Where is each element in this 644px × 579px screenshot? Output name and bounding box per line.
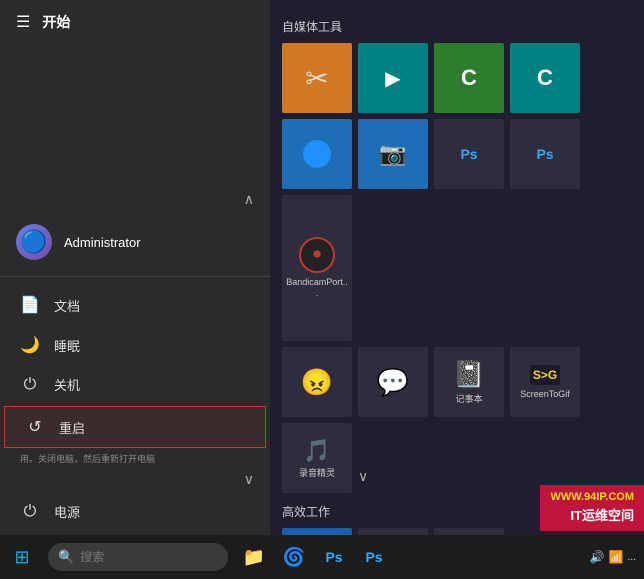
user-section[interactable]: 🔵 Administrator (0, 212, 270, 272)
cut-icon: ✂ (305, 62, 328, 95)
hamburger-icon[interactable]: ☰ (16, 12, 30, 32)
sleep-label: 睡眠 (54, 336, 80, 355)
start-menu: ☰ 开始 ∧ 🔵 Administrator 📄 文档 🌙 睡眠 ⏻ 关机 ↺ (0, 0, 270, 535)
tile-ps1[interactable]: Ps (434, 119, 504, 189)
shutdown-icon: ⏻ (20, 376, 40, 394)
menu-item-shutdown[interactable]: ⏻ 关机 (0, 365, 270, 404)
taskbar-search-box[interactable]: 🔍 (48, 543, 228, 571)
start-header: ☰ 开始 (0, 0, 270, 44)
app3-icon: C (461, 65, 477, 91)
angry-icon: 😠 (301, 367, 333, 398)
start-icon: ⊞ (14, 547, 29, 568)
tile-app5[interactable] (282, 119, 352, 189)
ps1-icon: Ps (460, 146, 477, 162)
scroll-down-arrow[interactable]: ∨ (0, 467, 270, 492)
power-menu: 📄 文档 🌙 睡眠 ⏻ 关机 ↺ 重启 用。关闭电脑，然后重新打开电脑 ∨ ⏻ … (0, 281, 270, 535)
bandicam-icon: ⏺ (299, 237, 335, 273)
taskbar-ps2-icon: Ps (365, 549, 382, 565)
notepad-icon: 📓 (453, 359, 485, 390)
recorder-icon: 🎵 (303, 438, 330, 464)
tray-icon-1[interactable]: 🔊 (590, 550, 605, 564)
taskbar-icon-2[interactable]: 🌀 (276, 535, 312, 579)
watermark-brand: IT运维空间 (550, 506, 634, 527)
file-explorer-icon: 📁 (243, 547, 265, 568)
menu-item-power[interactable]: ⏻ 电源 (0, 492, 270, 531)
user-avatar: 🔵 (16, 224, 52, 260)
tile-thispc[interactable]: 🖥 此电脑 (358, 528, 428, 535)
tile-app6[interactable]: 📷 (358, 119, 428, 189)
taskbar-icon-3[interactable]: Ps (316, 535, 352, 579)
tile-ps2[interactable]: Ps (510, 119, 580, 189)
tile-angry[interactable]: 😠 (282, 347, 352, 417)
restart-label: 重启 (59, 418, 85, 437)
tray-icon-2[interactable]: 📶 (609, 550, 624, 564)
menu-item-restart[interactable]: ↺ 重启 (4, 406, 266, 448)
search-input[interactable] (80, 550, 218, 564)
taskbar-ps-icon: Ps (325, 549, 342, 565)
ps2-icon: Ps (536, 146, 553, 162)
watermark-url: WWW.94IP.COM (550, 489, 634, 507)
group1-title: 自媒体工具 (282, 18, 632, 35)
tile-app3[interactable]: C (434, 43, 504, 113)
sleep-icon: 🌙 (20, 335, 40, 355)
taskbar-edge-icon: 🌀 (283, 547, 305, 568)
app5-icon (303, 140, 331, 168)
app6-icon: 📷 (379, 141, 406, 167)
tile-wechat[interactable]: 💬 (358, 347, 428, 417)
tiles-row2: 😠 💬 📓 记事本 S>G ScreenToGif 🎵 录音精灵 ∨ (282, 347, 632, 493)
tile-bandicam[interactable]: ⏺ BandicamPort... (282, 195, 352, 341)
menu-item-docs[interactable]: 📄 文档 (0, 285, 270, 325)
taskbar: ⊞ 🔍 📁 🌀 Ps Ps 🔊 📶 ... (0, 535, 644, 579)
taskbar-tray: 🔊 📶 ... (590, 550, 644, 564)
tile-app2[interactable]: ▶ (358, 43, 428, 113)
watermark: WWW.94IP.COM IT运维空间 (540, 485, 644, 531)
tile-myasus[interactable]: // MyASUS (282, 528, 352, 535)
menu-item-sleep[interactable]: 🌙 睡眠 (0, 325, 270, 365)
start-title: 开始 (42, 12, 70, 32)
small-tiles-row1: ✂ ▶ C C 📷 Ps Ps ⏺ BandicamPort... (282, 43, 632, 341)
power-icon: ⏻ (20, 503, 40, 521)
power-label: 电源 (54, 502, 80, 521)
bandicam-label: BandicamPort... (286, 277, 348, 299)
search-icon: 🔍 (58, 549, 74, 565)
scroll-arrow1: ∨ (358, 423, 368, 493)
start-button[interactable]: ⊞ (0, 535, 44, 579)
docs-label: 文档 (54, 296, 80, 315)
tile-recorder[interactable]: 🎵 录音精灵 (282, 423, 352, 493)
tile-recycle[interactable]: 🗑 回收站 (434, 528, 504, 535)
screentogif-label: ScreenToGif (520, 389, 570, 400)
divider1 (0, 276, 270, 277)
screentogif-icon: S>G (530, 365, 560, 385)
scroll-up-arrow[interactable]: ∧ (0, 187, 270, 212)
notepad-label: 记事本 (455, 394, 482, 405)
taskbar-icon-1[interactable]: 📁 (236, 535, 272, 579)
clock: ... (628, 552, 636, 563)
tile-notepad[interactable]: 📓 记事本 (434, 347, 504, 417)
user-name: Administrator (64, 235, 141, 250)
docs-icon: 📄 (20, 295, 40, 315)
recorder-label: 录音精灵 (299, 468, 335, 479)
tile-screentogif[interactable]: S>G ScreenToGif (510, 347, 580, 417)
shutdown-label: 关机 (54, 375, 80, 394)
wechat-icon: 💬 (377, 367, 409, 398)
shutdown-hint: 用。关闭电脑，然后重新打开电脑 (0, 450, 270, 467)
restart-icon: ↺ (25, 417, 45, 437)
tile-cut[interactable]: ✂ (282, 43, 352, 113)
tiles-section: 自媒体工具 ✂ ▶ C C 📷 Ps Ps ⏺ (270, 0, 644, 535)
taskbar-icon-4[interactable]: Ps (356, 535, 392, 579)
app2-icon: ▶ (385, 66, 400, 91)
tile-app4[interactable]: C (510, 43, 580, 113)
app4-icon: C (537, 65, 553, 91)
taskbar-app-icons: 📁 🌀 Ps Ps (236, 535, 392, 579)
